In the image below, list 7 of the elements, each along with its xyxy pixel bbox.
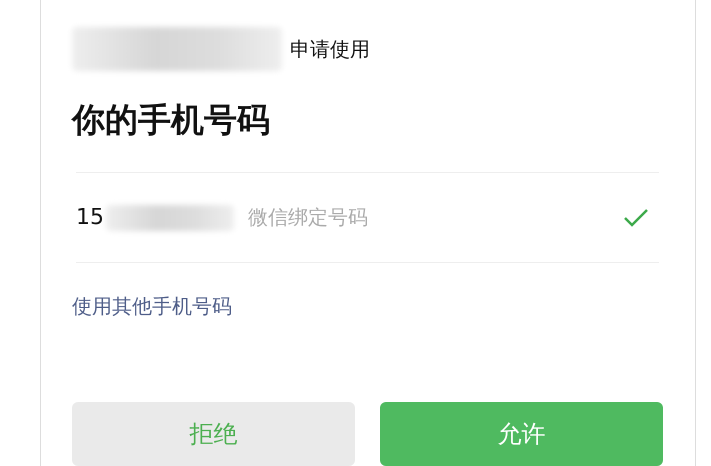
dialog-title: 你的手机号码 [72,99,271,141]
other-phone-link[interactable]: 使用其他手机号码 [72,293,232,320]
reject-button[interactable]: 拒绝 [72,402,355,466]
allow-button[interactable]: 允许 [380,402,663,466]
phone-number: 15 [76,205,104,230]
phone-note: 微信绑定号码 [248,204,368,231]
request-text: 申请使用 [290,36,370,62]
